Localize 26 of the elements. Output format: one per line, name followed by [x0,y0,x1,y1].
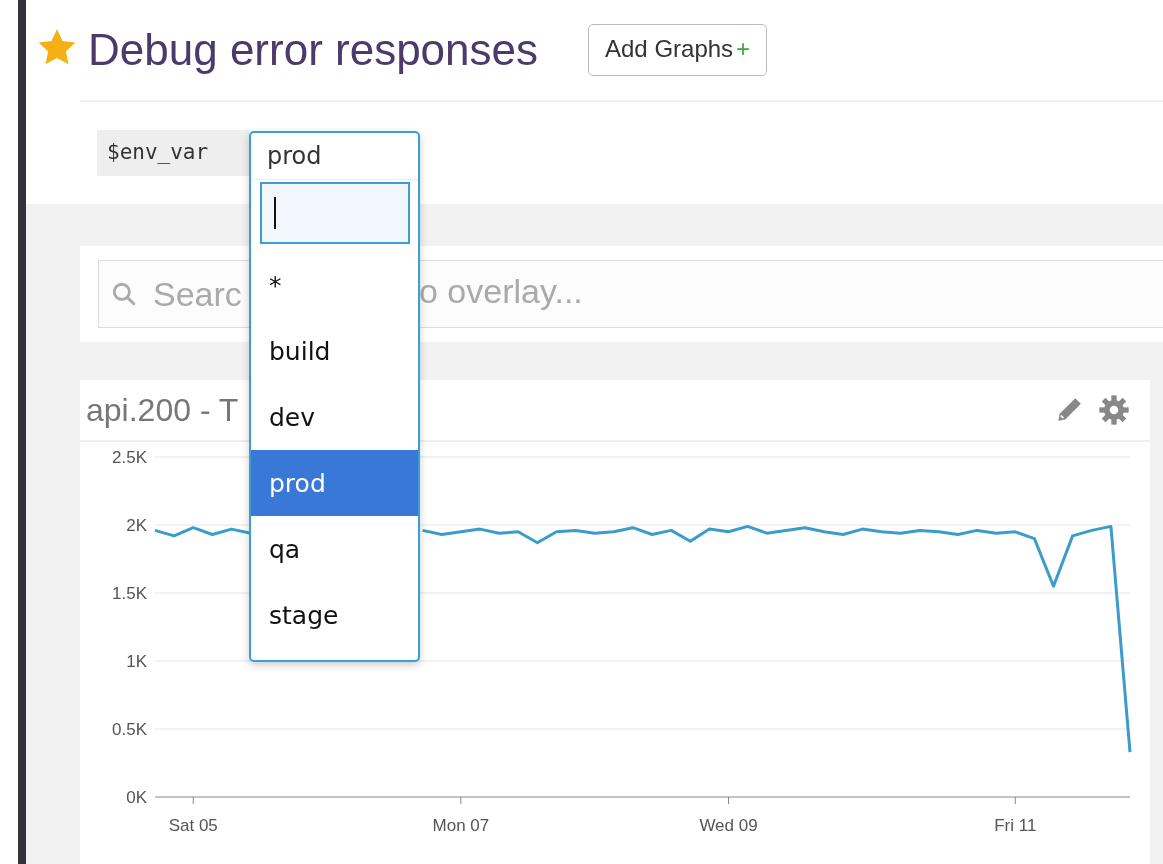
dropdown-option[interactable]: stage [251,582,418,648]
dropdown-option[interactable]: prod [251,450,418,516]
settings-icon[interactable] [1098,394,1130,426]
dropdown-option[interactable]: qa [251,516,418,582]
dashboard-title: Debug error responses [88,25,538,75]
filter-input[interactable] [260,182,410,244]
x-axis-label: Fri 11 [994,816,1037,835]
y-axis-label: 1.5K [112,584,147,603]
variable-select[interactable]: prod [251,133,418,180]
add-graphs-button[interactable]: Add Graphs+ [588,24,768,76]
y-axis-label: 1K [126,652,147,671]
variable-name: $env_var [97,130,249,176]
star-icon[interactable] [38,29,76,67]
x-axis-label: Mon 07 [432,816,490,835]
x-axis-label: Sat 05 [168,816,218,835]
y-axis-label: 2.5K [112,448,147,467]
y-axis-label: 0.5K [112,720,147,739]
search-placeholder: o overlay... [419,272,583,311]
text-cursor-icon [274,197,276,229]
dropdown-option[interactable]: dev [251,384,418,450]
y-axis-label: 0K [126,788,147,807]
search-placeholder: Searc [153,274,242,314]
search-icon [111,281,137,307]
graph-title: api.200 - T [86,391,239,429]
y-axis-label: 2K [126,516,147,535]
x-axis-label: Wed 09 [699,816,758,835]
